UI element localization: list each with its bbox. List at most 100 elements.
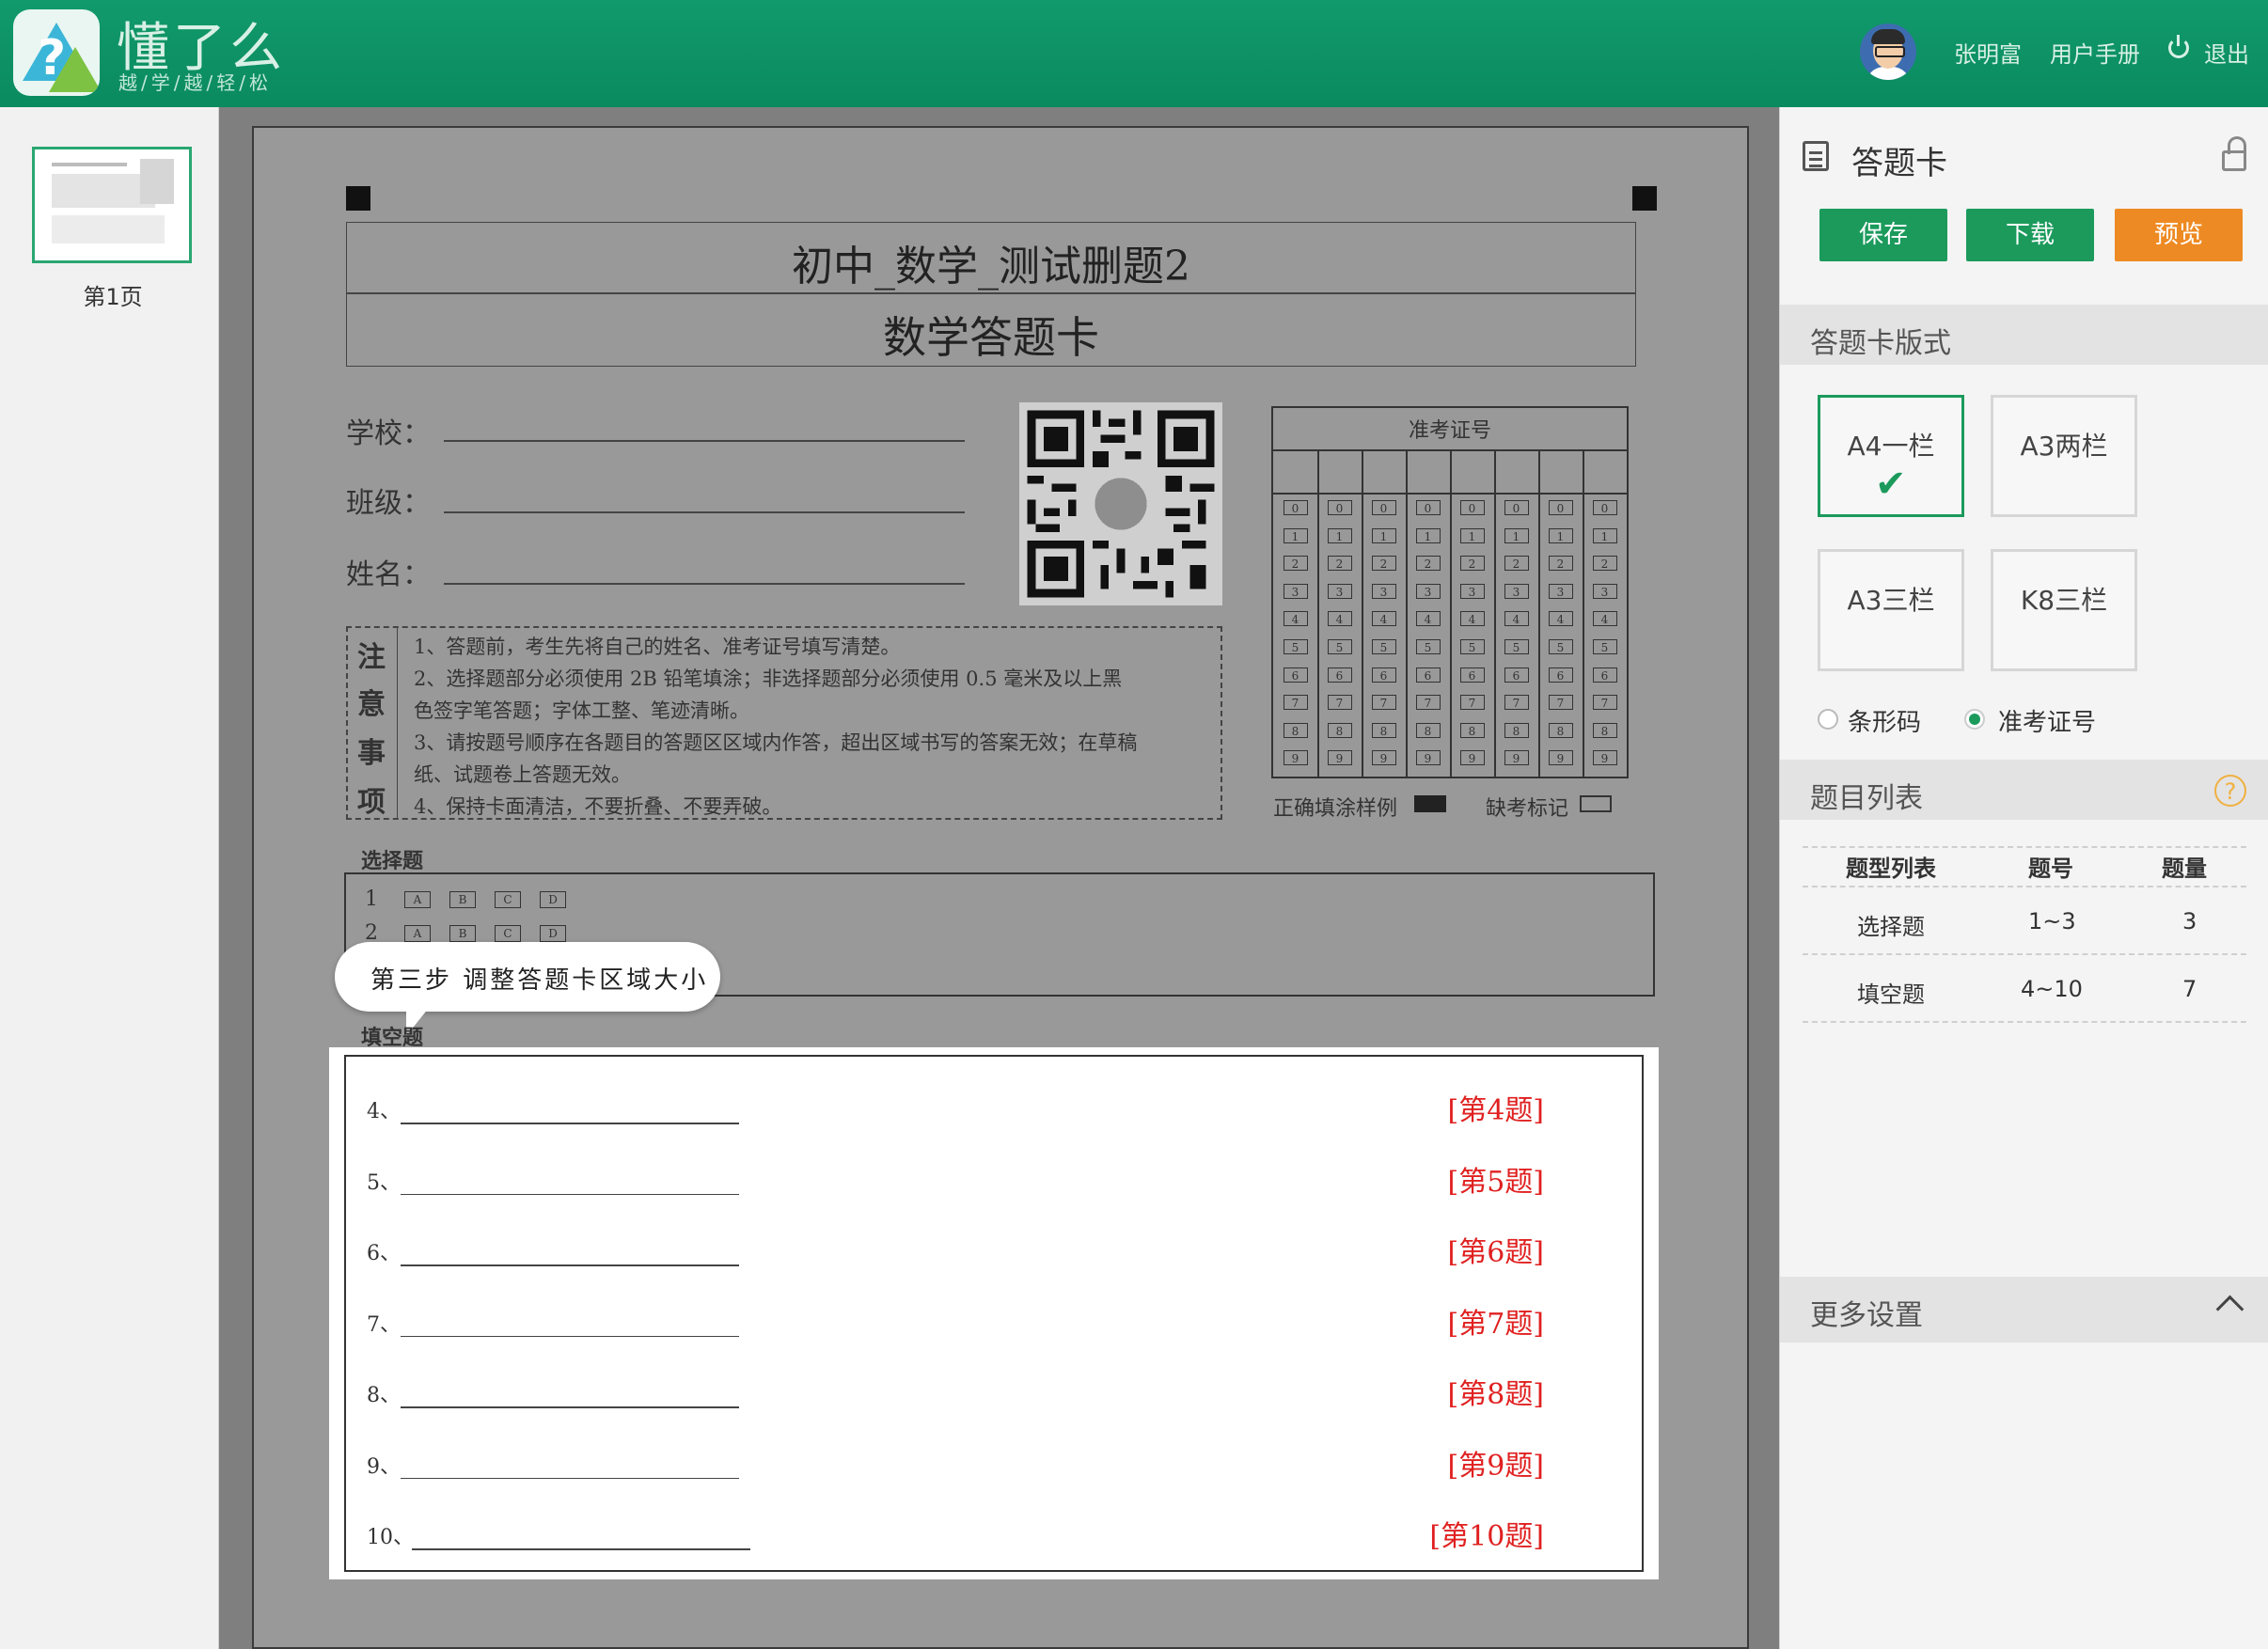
exam-number-bubble[interactable]: 7 bbox=[1327, 695, 1352, 711]
exam-number-bubble[interactable]: 0 bbox=[1504, 500, 1529, 515]
avatar[interactable] bbox=[1860, 24, 1916, 80]
choice-option[interactable]: C bbox=[495, 925, 521, 942]
chevron-up-icon[interactable] bbox=[2215, 1295, 2244, 1324]
exam-number-bubble[interactable]: 5 bbox=[1371, 639, 1396, 654]
exam-number-bubble[interactable]: 4 bbox=[1592, 611, 1617, 627]
exam-number-bubble[interactable]: 2 bbox=[1459, 556, 1485, 572]
barcode-radio[interactable] bbox=[1818, 709, 1838, 730]
exam-number-bubble[interactable]: 8 bbox=[1504, 722, 1529, 738]
exam-number-bubble[interactable]: 0 bbox=[1592, 500, 1617, 515]
exam-number-bubble[interactable]: 5 bbox=[1548, 639, 1573, 654]
exam-number-bubble[interactable]: 2 bbox=[1548, 556, 1573, 572]
exam-number-bubble[interactable]: 8 bbox=[1592, 722, 1617, 738]
choice-option[interactable]: A bbox=[404, 925, 431, 942]
layout-option-a3-two-column[interactable]: A3两栏 bbox=[1991, 395, 2137, 517]
exam-number-bubble[interactable]: 2 bbox=[1504, 556, 1529, 572]
exam-number-bubble[interactable]: 3 bbox=[1548, 583, 1573, 599]
exam-number-radio-label[interactable]: 准考证号 bbox=[1998, 703, 2096, 738]
exam-number-bubble[interactable]: 3 bbox=[1327, 583, 1352, 599]
unlock-icon[interactable] bbox=[2222, 136, 2246, 171]
exam-number-bubble[interactable]: 1 bbox=[1459, 527, 1485, 543]
exam-number-bubble[interactable]: 5 bbox=[1283, 639, 1308, 654]
exam-number-bubble[interactable]: 5 bbox=[1327, 639, 1352, 654]
exam-number-bubble[interactable]: 6 bbox=[1548, 667, 1573, 683]
exam-number-bubble[interactable]: 6 bbox=[1459, 667, 1485, 683]
exam-number-bubble[interactable]: 2 bbox=[1592, 556, 1617, 572]
exam-number-bubble[interactable]: 4 bbox=[1327, 611, 1352, 627]
blank-answer-area[interactable]: 4、 [第4题] 5、 [第5题] 6、 [第6题] 7、 [第7题] 8、 [第8题] 9、 [第9… bbox=[344, 1055, 1644, 1572]
blank-answer-area-selected[interactable]: 4、 [第4题] 5、 [第5题] 6、 [第6题] 7、 [第7题] 8、 [第8题] 9、 [第9… bbox=[329, 1047, 1659, 1579]
exam-number-bubble[interactable]: 8 bbox=[1548, 722, 1573, 738]
exam-number-bubble[interactable]: 3 bbox=[1371, 583, 1396, 599]
exam-number-bubble[interactable]: 8 bbox=[1283, 722, 1308, 738]
exam-number-bubble[interactable]: 3 bbox=[1415, 583, 1441, 599]
choice-option[interactable]: A bbox=[404, 891, 431, 908]
exam-number-bubble[interactable]: 6 bbox=[1415, 667, 1441, 683]
exam-number-bubble[interactable]: 8 bbox=[1459, 722, 1485, 738]
barcode-radio-label[interactable]: 条形码 bbox=[1848, 703, 1921, 738]
choice-option[interactable]: B bbox=[449, 925, 476, 942]
exam-number-bubble[interactable]: 3 bbox=[1504, 583, 1529, 599]
choice-option[interactable]: B bbox=[449, 891, 476, 908]
exam-number-bubble[interactable]: 6 bbox=[1283, 667, 1308, 683]
exam-number-bubble[interactable]: 2 bbox=[1283, 556, 1308, 572]
exam-number-bubble[interactable]: 1 bbox=[1327, 527, 1352, 543]
exam-number-bubble[interactable]: 1 bbox=[1371, 527, 1396, 543]
exam-number-bubble[interactable]: 6 bbox=[1371, 667, 1396, 683]
exam-number-bubble[interactable]: 0 bbox=[1415, 500, 1441, 515]
exam-number-bubble[interactable]: 4 bbox=[1283, 611, 1308, 627]
preview-button[interactable]: 预览 bbox=[2115, 209, 2243, 261]
logout-link[interactable]: 退出 bbox=[2204, 36, 2249, 69]
exam-number-bubble[interactable]: 5 bbox=[1459, 639, 1485, 654]
exam-number-bubble[interactable]: 2 bbox=[1327, 556, 1352, 572]
exam-number-bubble[interactable]: 8 bbox=[1371, 722, 1396, 738]
exam-number-bubble[interactable]: 7 bbox=[1283, 695, 1308, 711]
exam-number-bubble[interactable]: 1 bbox=[1592, 527, 1617, 543]
exam-number-bubble[interactable]: 9 bbox=[1548, 750, 1573, 766]
exam-number-bubble[interactable]: 3 bbox=[1283, 583, 1308, 599]
exam-number-bubble[interactable]: 7 bbox=[1592, 695, 1617, 711]
exam-number-bubble[interactable]: 5 bbox=[1504, 639, 1529, 654]
download-button[interactable]: 下载 bbox=[1966, 209, 2094, 261]
exam-number-bubble[interactable]: 0 bbox=[1327, 500, 1352, 515]
exam-number-bubble[interactable]: 9 bbox=[1415, 750, 1441, 766]
exam-number-bubble[interactable]: 4 bbox=[1459, 611, 1485, 627]
exam-number-bubble[interactable]: 0 bbox=[1283, 500, 1308, 515]
exam-number-bubble[interactable]: 3 bbox=[1592, 583, 1617, 599]
exam-number-bubble[interactable]: 1 bbox=[1504, 527, 1529, 543]
exam-number-bubble[interactable]: 1 bbox=[1548, 527, 1573, 543]
exam-number-bubble[interactable]: 9 bbox=[1504, 750, 1529, 766]
layout-option-a4-one-column[interactable]: A4一栏 ✔ bbox=[1818, 395, 1964, 517]
exam-number-bubble[interactable]: 0 bbox=[1459, 500, 1485, 515]
exam-number-bubble[interactable]: 4 bbox=[1371, 611, 1396, 627]
absent-mark-box[interactable] bbox=[1580, 795, 1612, 812]
title-box[interactable]: 初中_数学_测试删题2 数学答题卡 bbox=[346, 222, 1636, 367]
exam-number-bubble[interactable]: 1 bbox=[1283, 527, 1308, 543]
exam-number-bubble[interactable]: 7 bbox=[1548, 695, 1573, 711]
exam-number-bubble[interactable]: 6 bbox=[1504, 667, 1529, 683]
exam-number-bubble[interactable]: 9 bbox=[1283, 750, 1308, 766]
exam-number-bubble[interactable]: 9 bbox=[1459, 750, 1485, 766]
more-settings-header[interactable]: 更多设置 bbox=[1780, 1277, 2268, 1343]
page-thumbnail[interactable] bbox=[32, 147, 192, 263]
exam-number-bubble[interactable]: 9 bbox=[1327, 750, 1352, 766]
exam-number-bubble[interactable]: 4 bbox=[1548, 611, 1573, 627]
choice-option[interactable]: C bbox=[495, 891, 521, 908]
exam-number-bubble[interactable]: 3 bbox=[1459, 583, 1485, 599]
exam-number-bubble[interactable]: 0 bbox=[1371, 500, 1396, 515]
user-name-link[interactable]: 张明富 bbox=[1954, 36, 2022, 69]
exam-number-bubble[interactable]: 1 bbox=[1415, 527, 1441, 543]
exam-number-bubble[interactable]: 9 bbox=[1592, 750, 1617, 766]
exam-number-bubble[interactable]: 2 bbox=[1371, 556, 1396, 572]
exam-number-bubble[interactable]: 7 bbox=[1504, 695, 1529, 711]
exam-number-bubble[interactable]: 2 bbox=[1415, 556, 1441, 572]
user-manual-link[interactable]: 用户手册 bbox=[2050, 36, 2140, 69]
exam-number-bubble[interactable]: 0 bbox=[1548, 500, 1573, 515]
help-icon[interactable]: ? bbox=[2214, 775, 2246, 807]
exam-number-bubble[interactable]: 6 bbox=[1327, 667, 1352, 683]
exam-number-bubble[interactable]: 4 bbox=[1415, 611, 1441, 627]
power-icon[interactable] bbox=[2168, 35, 2189, 58]
exam-number-bubble[interactable]: 7 bbox=[1415, 695, 1441, 711]
exam-number-bubble[interactable]: 6 bbox=[1592, 667, 1617, 683]
exam-number-bubble[interactable]: 5 bbox=[1415, 639, 1441, 654]
